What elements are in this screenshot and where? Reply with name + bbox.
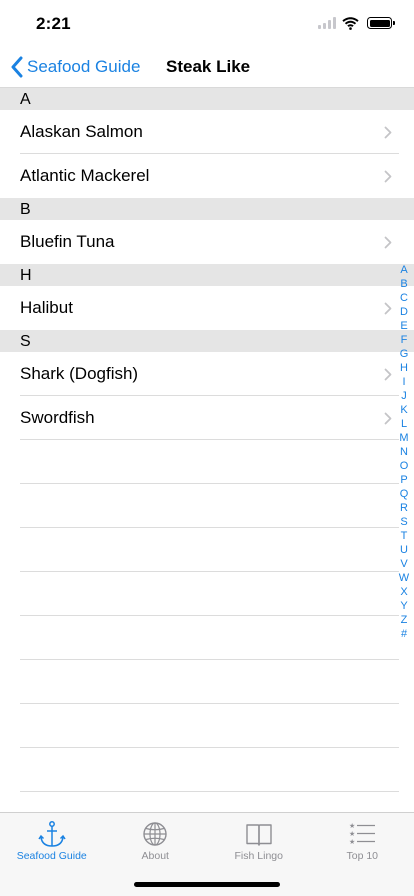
empty-row xyxy=(0,528,414,572)
book-icon xyxy=(246,824,272,846)
row-label: Halibut xyxy=(20,298,73,317)
chevron-right-icon xyxy=(384,170,392,183)
empty-row xyxy=(0,704,414,748)
tab-top-10[interactable]: ★ ★ ★ Top 10 xyxy=(311,813,414,863)
tab-seafood-guide[interactable]: Seafood Guide xyxy=(0,813,104,863)
index-letter[interactable]: A xyxy=(400,263,407,277)
table-row[interactable]: Swordfish xyxy=(0,396,414,440)
index-letter[interactable]: B xyxy=(400,277,407,291)
row-label: Atlantic Mackerel xyxy=(20,166,150,185)
index-letter[interactable]: P xyxy=(400,473,407,487)
row-label: Shark (Dogfish) xyxy=(20,364,139,383)
index-letter[interactable]: G xyxy=(400,347,409,361)
wifi-icon xyxy=(342,16,359,30)
table-row[interactable]: Bluefin Tuna xyxy=(0,220,414,264)
chevron-right-icon xyxy=(384,126,392,139)
empty-row xyxy=(0,572,414,616)
chevron-right-icon xyxy=(384,412,392,425)
svg-text:★: ★ xyxy=(349,838,355,846)
tab-about[interactable]: About xyxy=(104,813,208,863)
index-letter[interactable]: I xyxy=(402,375,405,389)
cellular-signal-icon xyxy=(318,17,336,29)
index-letter[interactable]: O xyxy=(400,459,409,473)
battery-icon xyxy=(367,17,395,29)
empty-row xyxy=(0,484,414,528)
table-row[interactable]: Alaskan Salmon xyxy=(0,110,414,154)
index-letter[interactable]: U xyxy=(400,543,408,557)
index-letter[interactable]: L xyxy=(401,417,407,431)
navigation-bar: Seafood Guide Steak Like xyxy=(0,48,414,88)
tab-label: Top 10 xyxy=(346,850,379,862)
tab-label: About xyxy=(141,850,169,862)
table-row[interactable]: Shark (Dogfish) xyxy=(0,352,414,396)
ranked-list-icon: ★ ★ ★ xyxy=(349,822,376,846)
index-letter[interactable]: D xyxy=(400,305,408,319)
index-letter[interactable]: K xyxy=(400,403,407,417)
anchor-icon xyxy=(38,821,66,847)
section-header-s: S xyxy=(0,330,414,352)
empty-row xyxy=(0,616,414,660)
index-letter[interactable]: J xyxy=(401,389,407,403)
tab-label: Seafood Guide xyxy=(16,850,87,862)
section-header-b: B xyxy=(0,198,414,220)
index-letter[interactable]: E xyxy=(400,319,407,333)
svg-text:★: ★ xyxy=(349,830,355,838)
section-header-h: H xyxy=(0,264,414,286)
svg-text:★: ★ xyxy=(349,822,355,830)
index-letter[interactable]: W xyxy=(399,571,409,585)
fish-table: A Alaskan Salmon Atlantic Mackerel B Blu… xyxy=(0,88,414,792)
index-letter[interactable]: N xyxy=(400,445,408,459)
page-title: Steak Like xyxy=(166,57,251,76)
section-header-a: A xyxy=(0,88,414,110)
table-row[interactable]: Atlantic Mackerel xyxy=(0,154,414,198)
index-letter[interactable]: Z xyxy=(401,613,408,627)
row-label: Swordfish xyxy=(20,408,95,427)
section-index[interactable]: A B C D E F G H I J K L M N O P Q R S T U V W X Y Z # xyxy=(397,263,411,641)
chevron-right-icon xyxy=(384,236,392,249)
back-button[interactable]: Seafood Guide xyxy=(10,52,140,82)
home-indicator xyxy=(134,882,280,887)
row-label: Bluefin Tuna xyxy=(20,232,115,251)
status-bar: 2:21 xyxy=(0,0,414,48)
back-button-label: Seafood Guide xyxy=(27,57,141,76)
index-letter[interactable]: # xyxy=(401,627,407,641)
index-letter[interactable]: Q xyxy=(400,487,409,501)
index-letter[interactable]: X xyxy=(400,585,407,599)
chevron-right-icon xyxy=(384,368,392,381)
globe-icon xyxy=(143,822,167,846)
index-letter[interactable]: V xyxy=(400,557,407,571)
index-letter[interactable]: C xyxy=(400,291,408,305)
index-letter[interactable]: S xyxy=(400,515,407,529)
index-letter[interactable]: H xyxy=(400,361,408,375)
table-row[interactable]: Halibut xyxy=(0,286,414,330)
index-letter[interactable]: M xyxy=(399,431,408,445)
index-letter[interactable]: F xyxy=(401,333,408,347)
empty-row xyxy=(0,440,414,484)
index-letter[interactable]: T xyxy=(401,529,408,543)
chevron-left-icon xyxy=(11,56,23,78)
chevron-right-icon xyxy=(384,302,392,315)
status-time: 2:21 xyxy=(36,14,71,33)
screen: 2:21 Seafood Guide Steak Like A Alaskan … xyxy=(0,0,414,896)
empty-row xyxy=(0,748,414,792)
tab-fish-lingo[interactable]: Fish Lingo xyxy=(207,813,311,863)
empty-row xyxy=(0,660,414,704)
index-letter[interactable]: Y xyxy=(400,599,407,613)
row-label: Alaskan Salmon xyxy=(20,122,143,141)
status-indicators xyxy=(318,16,395,30)
index-letter[interactable]: R xyxy=(400,501,408,515)
tab-label: Fish Lingo xyxy=(234,850,283,862)
